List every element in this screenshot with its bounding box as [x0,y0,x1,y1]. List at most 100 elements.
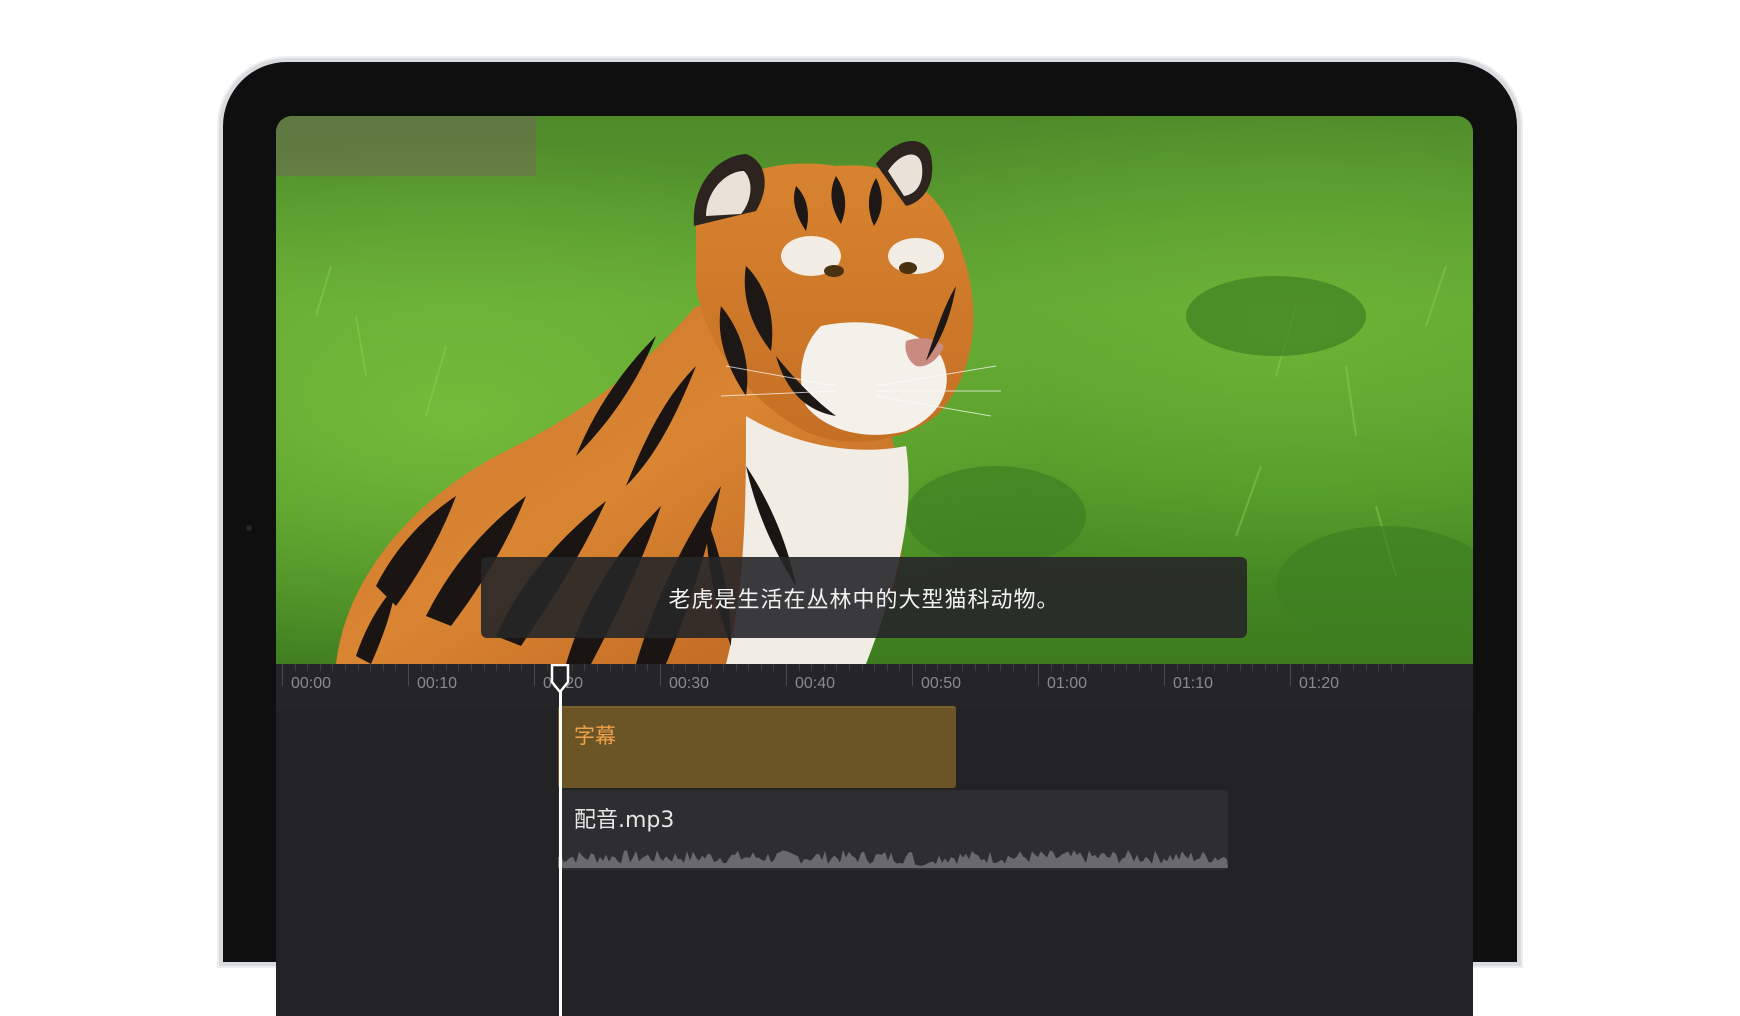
ruler-minor-tick [1277,664,1279,671]
subtitle-text: 老虎是生活在丛林中的大型猫科动物。 [668,587,1060,613]
subtitle-track-label: 字幕 [574,724,616,748]
ruler-minor-tick [571,664,573,671]
front-camera [246,525,252,531]
ruler-minor-tick [1138,664,1140,671]
ruler-time-label: 01:10 [1173,675,1214,692]
ruler-minor-tick [975,664,976,671]
audio-track-label: 配音.mp3 [574,808,675,833]
ruler-minor-tick [1378,664,1380,671]
ruler-minor-tick [345,664,346,671]
audio-track-clip[interactable]: 配音.mp3 [558,790,1228,870]
ruler-minor-tick [294,664,296,671]
ruler-minor-tick [1340,664,1342,671]
ruler-minor-tick [1126,664,1128,671]
ruler-minor-tick [949,664,951,671]
ruler-minor-tick [987,664,989,671]
ruler-minor-tick [773,664,775,671]
ruler-minor-tick [1239,664,1241,671]
ruler-minor-tick [924,664,926,671]
ruler-minor-tick [458,664,460,671]
ruler-minor-tick [672,664,674,671]
audio-waveform [558,850,1228,868]
ruler-minor-tick [1227,664,1228,671]
playhead-handle[interactable] [550,664,570,694]
ruler-major-tick [660,664,661,686]
ruler-major-tick [1038,664,1039,686]
ruler-major-tick [534,664,535,686]
ruler-minor-tick [1302,664,1304,671]
ruler-minor-tick [811,664,813,671]
ruler-minor-tick [1365,664,1367,671]
timeline-panel[interactable]: 00:0000:1000:2000:3000:4000:5001:0001:10… [276,664,1473,1016]
ruler-minor-tick [1189,664,1191,671]
playhead-line[interactable] [559,664,562,1016]
ruler-minor-tick [1327,664,1329,671]
ruler-minor-tick [307,664,309,671]
ruler-minor-tick [395,664,397,671]
ruler-minor-tick [433,664,435,671]
subtitle-overlay[interactable]: 老虎是生活在丛林中的大型猫科动物。 [481,557,1247,638]
ruler-minor-tick [823,664,825,671]
ruler-minor-tick [1113,664,1115,671]
ruler-minor-tick [861,664,863,671]
video-preview[interactable]: 老虎是生活在丛林中的大型猫科动物。 [276,116,1473,664]
ruler-minor-tick [1151,664,1153,671]
ruler-minor-tick [319,664,321,671]
ruler-minor-tick [332,664,334,671]
ruler-minor-tick [798,664,800,671]
ruler-minor-tick [546,664,548,671]
ruler-minor-tick [1403,664,1405,671]
subtitle-track-clip[interactable]: 字幕 [558,706,956,788]
ruler-minor-tick [1315,664,1317,671]
ruler-minor-tick [1252,664,1254,671]
ruler-minor-tick [647,664,649,671]
ruler-minor-tick [836,664,838,671]
tablet-device: 老虎是生活在丛林中的大型猫科动物。 00:0000:1000:2000:3000… [223,62,1517,1016]
ruler-minor-tick [1063,664,1065,671]
ruler-time-label: 00:10 [417,675,458,692]
ruler-minor-tick [1050,664,1052,671]
ruler-minor-tick [1353,664,1354,671]
ruler-minor-tick [874,664,876,671]
ruler-minor-tick [1101,664,1102,671]
ruler-minor-tick [1075,664,1077,671]
time-ruler[interactable]: 00:0000:1000:2000:3000:4000:5001:0001:10… [276,664,1473,710]
ruler-minor-tick [1025,664,1027,671]
ruler-minor-tick [1000,664,1002,671]
waveform-shape [558,850,1228,868]
ruler-minor-tick [899,664,901,671]
ruler-minor-tick [685,664,687,671]
ruler-minor-tick [370,664,372,671]
ruler-major-tick [912,664,913,686]
ruler-minor-tick [886,664,888,671]
ruler-minor-tick [483,664,485,671]
ruler-time-label: 00:00 [291,675,332,692]
ruler-minor-tick [584,664,586,671]
ruler-minor-tick [420,664,422,671]
ruler-time-label: 00:50 [921,675,962,692]
ruler-major-tick [786,664,787,686]
ruler-minor-tick [471,664,472,671]
ruler-minor-tick [357,664,359,671]
ruler-minor-tick [521,664,523,671]
ruler-minor-tick [1201,664,1203,671]
ruler-minor-tick [1390,664,1392,671]
ruler-minor-tick [382,664,384,671]
ruler-time-label: 01:00 [1047,675,1088,692]
ruler-time-label: 01:20 [1299,675,1340,692]
ruler-minor-tick [508,664,510,671]
ruler-minor-tick [1264,664,1266,671]
ruler-minor-tick [1088,664,1090,671]
ruler-major-tick [408,664,409,686]
ruler-minor-tick [723,664,724,671]
ruler-minor-tick [1012,664,1014,671]
ruler-minor-tick [697,664,699,671]
ruler-minor-tick [1176,664,1178,671]
ruler-time-label: 00:40 [795,675,836,692]
ruler-minor-tick [609,664,611,671]
ruler-minor-tick [748,664,750,671]
ruler-minor-tick [735,664,737,671]
ruler-minor-tick [634,664,636,671]
ruler-minor-tick [937,664,939,671]
ruler-minor-tick [849,664,850,671]
